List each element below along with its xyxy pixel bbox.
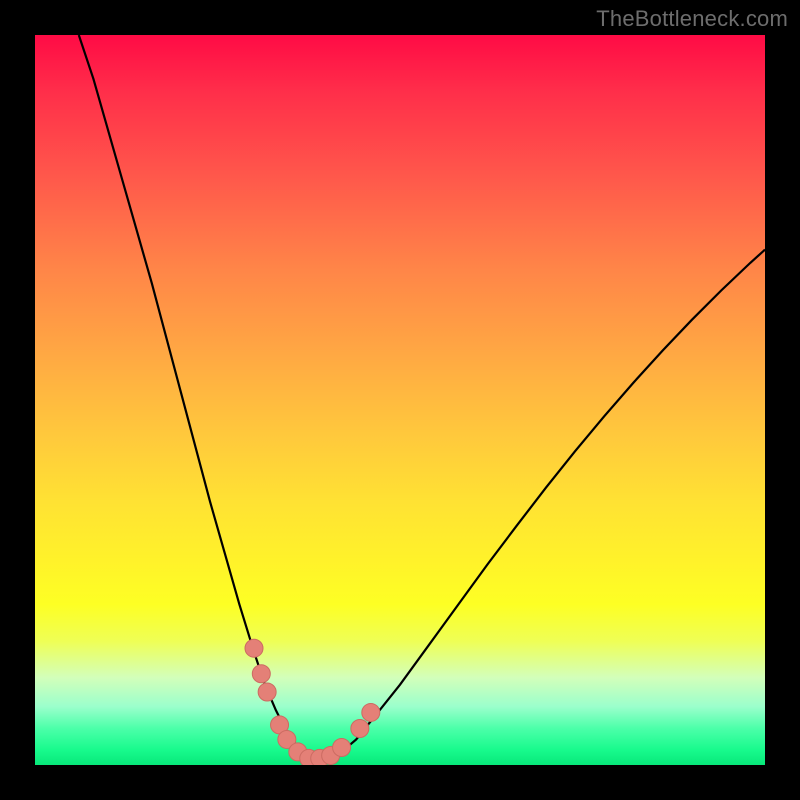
chart-frame: TheBottleneck.com [0, 0, 800, 800]
watermark-text: TheBottleneck.com [596, 6, 788, 32]
curve-marker [362, 703, 380, 721]
curve-marker [258, 683, 276, 701]
curve-marker [252, 665, 270, 683]
curve-svg [35, 35, 765, 765]
bottleneck-curve [79, 35, 765, 758]
curve-markers [245, 639, 380, 765]
curve-marker [351, 720, 369, 738]
curve-marker [333, 738, 351, 756]
plot-area [35, 35, 765, 765]
curve-marker [245, 639, 263, 657]
